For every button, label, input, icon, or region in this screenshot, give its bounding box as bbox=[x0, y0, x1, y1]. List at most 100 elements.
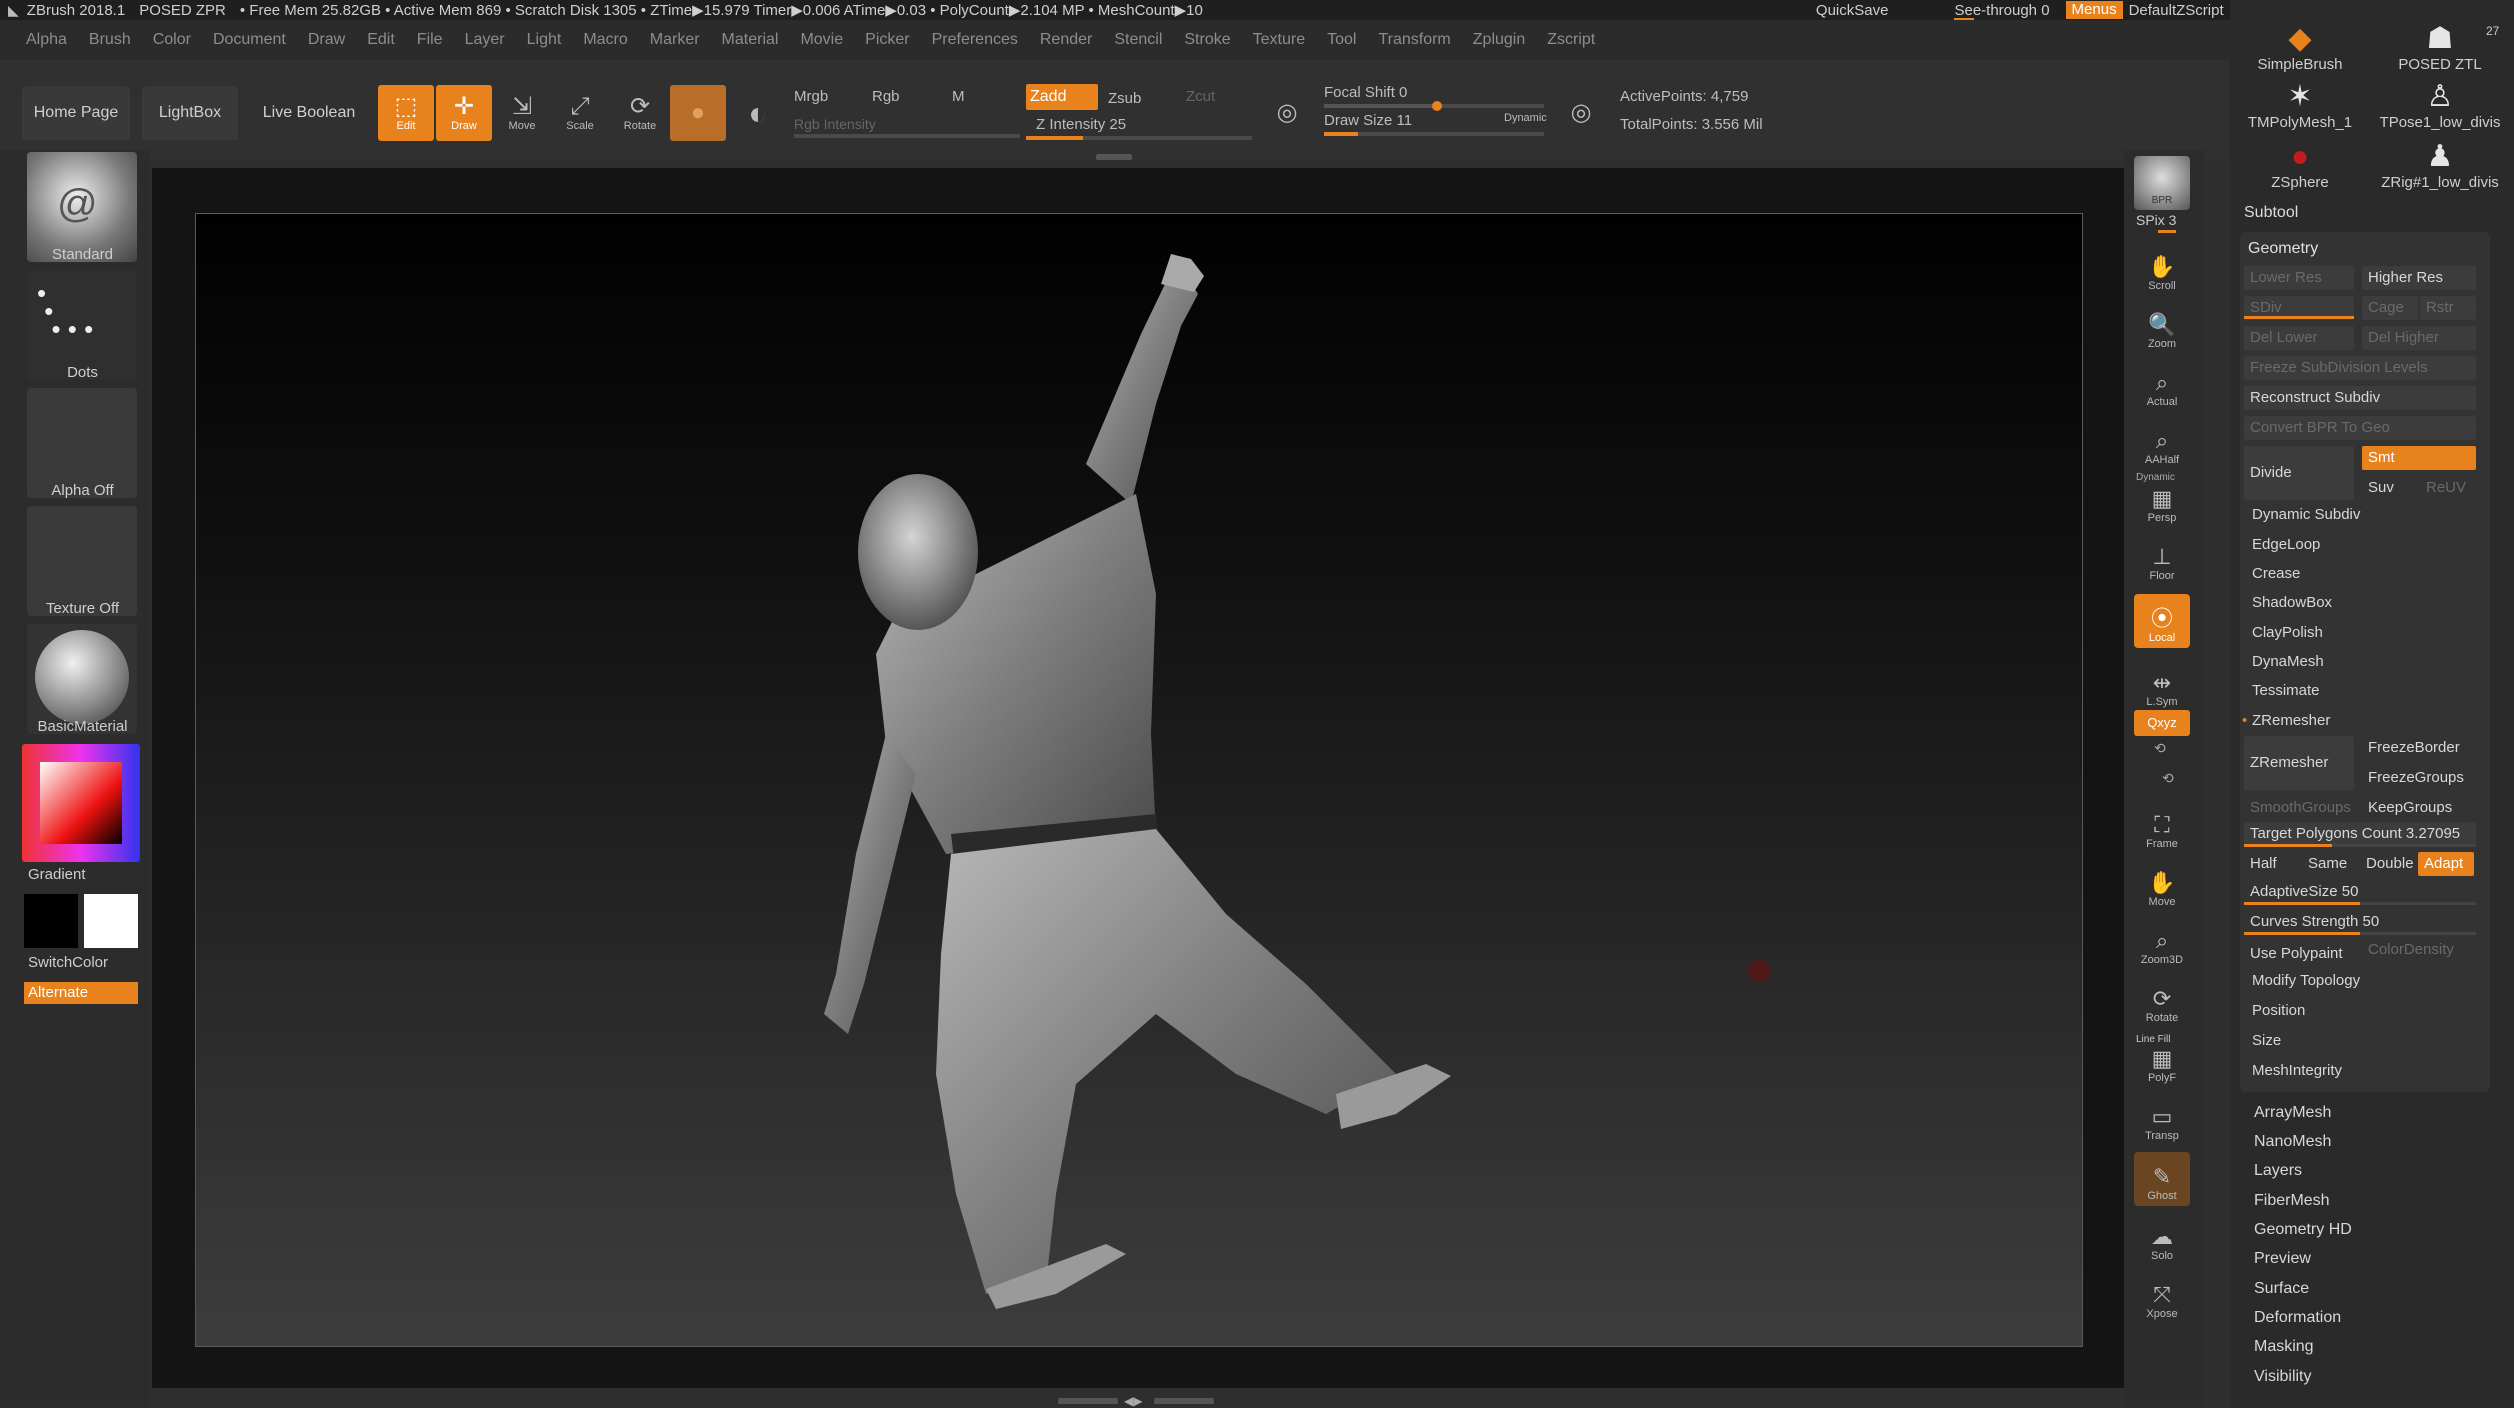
draw-size-toggle[interactable]: ◎ bbox=[1556, 85, 1606, 141]
freezeborder-toggle[interactable]: FreezeBorder bbox=[2362, 736, 2476, 760]
zadd-button[interactable]: Zadd bbox=[1026, 84, 1098, 110]
scale-mode-button[interactable]: ⤢ Scale bbox=[552, 85, 608, 141]
geometry-header[interactable]: Geometry bbox=[2248, 240, 2318, 258]
dynamic-subdiv-header[interactable]: Dynamic Subdiv bbox=[2252, 506, 2360, 523]
higher-res-button[interactable]: Higher Res bbox=[2362, 266, 2476, 290]
dynamic-toggle[interactable]: Dynamic bbox=[1504, 112, 1547, 124]
fibermesh-header[interactable]: FiberMesh bbox=[2254, 1192, 2330, 1210]
top-shelf-collapse-tab[interactable] bbox=[1096, 154, 1132, 160]
nanomesh-header[interactable]: NanoMesh bbox=[2254, 1133, 2331, 1151]
transp-button[interactable]: ▭ Transp bbox=[2134, 1092, 2190, 1146]
lsym-button[interactable]: ⇹ L.Sym bbox=[2134, 658, 2190, 712]
zbrush-logo-icon[interactable]: ◣ bbox=[8, 2, 19, 19]
persp-button[interactable]: ▦ Persp bbox=[2134, 474, 2190, 528]
zoom-button[interactable]: 🔍 Zoom bbox=[2134, 300, 2190, 354]
position-header[interactable]: Position bbox=[2252, 1002, 2305, 1019]
half-button[interactable]: Half bbox=[2244, 852, 2300, 876]
home-page-button[interactable]: Home Page bbox=[22, 86, 130, 140]
same-button[interactable]: Same bbox=[2302, 852, 2358, 876]
aahalf-button[interactable]: ⌕ AAHalf bbox=[2134, 416, 2190, 470]
rgb-intensity-slider[interactable] bbox=[794, 134, 1020, 138]
meshintegrity-header[interactable]: MeshIntegrity bbox=[2252, 1062, 2342, 1079]
menu-picker[interactable]: Picker bbox=[865, 31, 909, 49]
ghost-button[interactable]: ✎ Ghost bbox=[2134, 1152, 2190, 1206]
material-sphere-button[interactable]: ● bbox=[670, 85, 726, 141]
menu-marker[interactable]: Marker bbox=[650, 31, 700, 49]
menu-movie[interactable]: Movie bbox=[800, 31, 843, 49]
menu-transform[interactable]: Transform bbox=[1378, 31, 1450, 49]
tool-zrig[interactable]: ♟ ZRig#1_low_divis bbox=[2370, 140, 2510, 196]
move-mode-button[interactable]: ⇲ Move bbox=[494, 85, 550, 141]
tool-simplebrush[interactable]: ◆ SimpleBrush bbox=[2230, 22, 2370, 78]
rstr-button[interactable]: Rstr bbox=[2420, 296, 2476, 320]
zremesher-button[interactable]: ZRemesher bbox=[2244, 736, 2354, 790]
menus-button[interactable]: Menus bbox=[2065, 1, 2123, 19]
tool-tmpolymesh[interactable]: ✶ TMPolyMesh_1 bbox=[2230, 80, 2370, 136]
menu-light[interactable]: Light bbox=[527, 31, 562, 49]
reconstruct-subdiv-button[interactable]: Reconstruct Subdiv bbox=[2244, 386, 2476, 410]
menu-stencil[interactable]: Stencil bbox=[1114, 31, 1162, 49]
bpr-button[interactable]: BPR bbox=[2134, 156, 2190, 210]
m-button[interactable]: M bbox=[952, 88, 965, 105]
subtool-header[interactable]: Subtool bbox=[2244, 204, 2484, 222]
rotate-mode-button[interactable]: ⟳ Rotate bbox=[612, 85, 668, 141]
quicksave-button[interactable]: QuickSave bbox=[1816, 2, 1889, 19]
actual-button[interactable]: ⌕ Actual bbox=[2134, 358, 2190, 412]
menu-preferences[interactable]: Preferences bbox=[932, 31, 1018, 49]
zoom3d-button[interactable]: ⌕ Zoom3D bbox=[2134, 916, 2190, 970]
color-density-slider[interactable]: ColorDensity bbox=[2362, 938, 2476, 962]
bottom-shelf-tab-left[interactable] bbox=[1058, 1398, 1118, 1404]
main-color-swatch[interactable] bbox=[84, 894, 138, 948]
menu-tool[interactable]: Tool bbox=[1327, 31, 1356, 49]
tool-zsphere[interactable]: ● ZSphere bbox=[2230, 140, 2370, 196]
spix-label[interactable]: SPix 3 bbox=[2136, 212, 2176, 228]
target-polygons-slider[interactable]: Target Polygons Count 3.27095 bbox=[2244, 822, 2476, 846]
menu-texture[interactable]: Texture bbox=[1253, 31, 1305, 49]
dynamesh-header[interactable]: DynaMesh bbox=[2252, 653, 2324, 670]
crease-header[interactable]: Crease bbox=[2252, 565, 2300, 582]
menu-material[interactable]: Material bbox=[722, 31, 779, 49]
document-canvas[interactable] bbox=[195, 213, 2083, 1347]
double-button[interactable]: Double bbox=[2360, 852, 2416, 876]
edgeloop-header[interactable]: EdgeLoop bbox=[2252, 536, 2320, 553]
focal-shift-toggle[interactable]: ◎ bbox=[1262, 85, 1312, 141]
arraymesh-header[interactable]: ArrayMesh bbox=[2254, 1104, 2331, 1122]
smoothgroups-toggle[interactable]: SmoothGroups bbox=[2244, 796, 2354, 820]
zcut-button[interactable]: Zcut bbox=[1186, 88, 1215, 105]
menu-macro[interactable]: Macro bbox=[583, 31, 627, 49]
local-button[interactable]: ⦿ Local bbox=[2134, 594, 2190, 648]
menu-stroke[interactable]: Stroke bbox=[1184, 31, 1230, 49]
adapt-toggle[interactable]: Adapt bbox=[2418, 852, 2474, 876]
cage-button[interactable]: Cage bbox=[2362, 296, 2418, 320]
zsub-button[interactable]: Zsub bbox=[1108, 90, 1141, 107]
freeze-subdivision-button[interactable]: Freeze SubDivision Levels bbox=[2244, 356, 2476, 380]
modify-topology-header[interactable]: Modify Topology bbox=[2252, 972, 2360, 989]
adaptive-size-slider[interactable]: AdaptiveSize 50 bbox=[2244, 880, 2476, 904]
move-view-button[interactable]: ✋ Move bbox=[2134, 858, 2190, 912]
edit-mode-button[interactable]: ⬚ Edit bbox=[378, 85, 434, 141]
menu-zplugin[interactable]: Zplugin bbox=[1473, 31, 1525, 49]
solo-button[interactable]: ☁ Solo bbox=[2134, 1212, 2190, 1266]
menu-layer[interactable]: Layer bbox=[465, 31, 505, 49]
lightbox-button[interactable]: LightBox bbox=[142, 86, 238, 140]
layers-header[interactable]: Layers bbox=[2254, 1162, 2302, 1180]
rotation-axis-icon[interactable]: ⟲ bbox=[2154, 740, 2166, 757]
rgb-button[interactable]: Rgb bbox=[872, 88, 900, 105]
color-square[interactable] bbox=[40, 762, 122, 844]
menu-render[interactable]: Render bbox=[1040, 31, 1092, 49]
polyf-button[interactable]: ▦ PolyF bbox=[2134, 1034, 2190, 1088]
zremesher-header[interactable]: ZRemesher bbox=[2252, 712, 2330, 729]
alternate-button[interactable]: Alternate bbox=[24, 982, 138, 1004]
deformation-header[interactable]: Deformation bbox=[2254, 1309, 2341, 1327]
default-zscript-button[interactable]: DefaultZScript bbox=[2129, 2, 2224, 19]
tessimate-header[interactable]: Tessimate bbox=[2252, 682, 2320, 699]
menu-edit[interactable]: Edit bbox=[367, 31, 395, 49]
color-sphere-button[interactable]: ◐ bbox=[730, 85, 786, 141]
draw-size-slider[interactable] bbox=[1324, 132, 1544, 136]
see-through-slider[interactable]: See-through 0 bbox=[1954, 2, 2050, 21]
keepgroups-toggle[interactable]: KeepGroups bbox=[2362, 796, 2476, 820]
use-polypaint-toggle[interactable]: Use Polypaint bbox=[2244, 942, 2354, 966]
secondary-color-swatch[interactable] bbox=[24, 894, 78, 948]
scroll-button[interactable]: ✋ Scroll bbox=[2134, 242, 2190, 296]
del-higher-button[interactable]: Del Higher bbox=[2362, 326, 2476, 350]
